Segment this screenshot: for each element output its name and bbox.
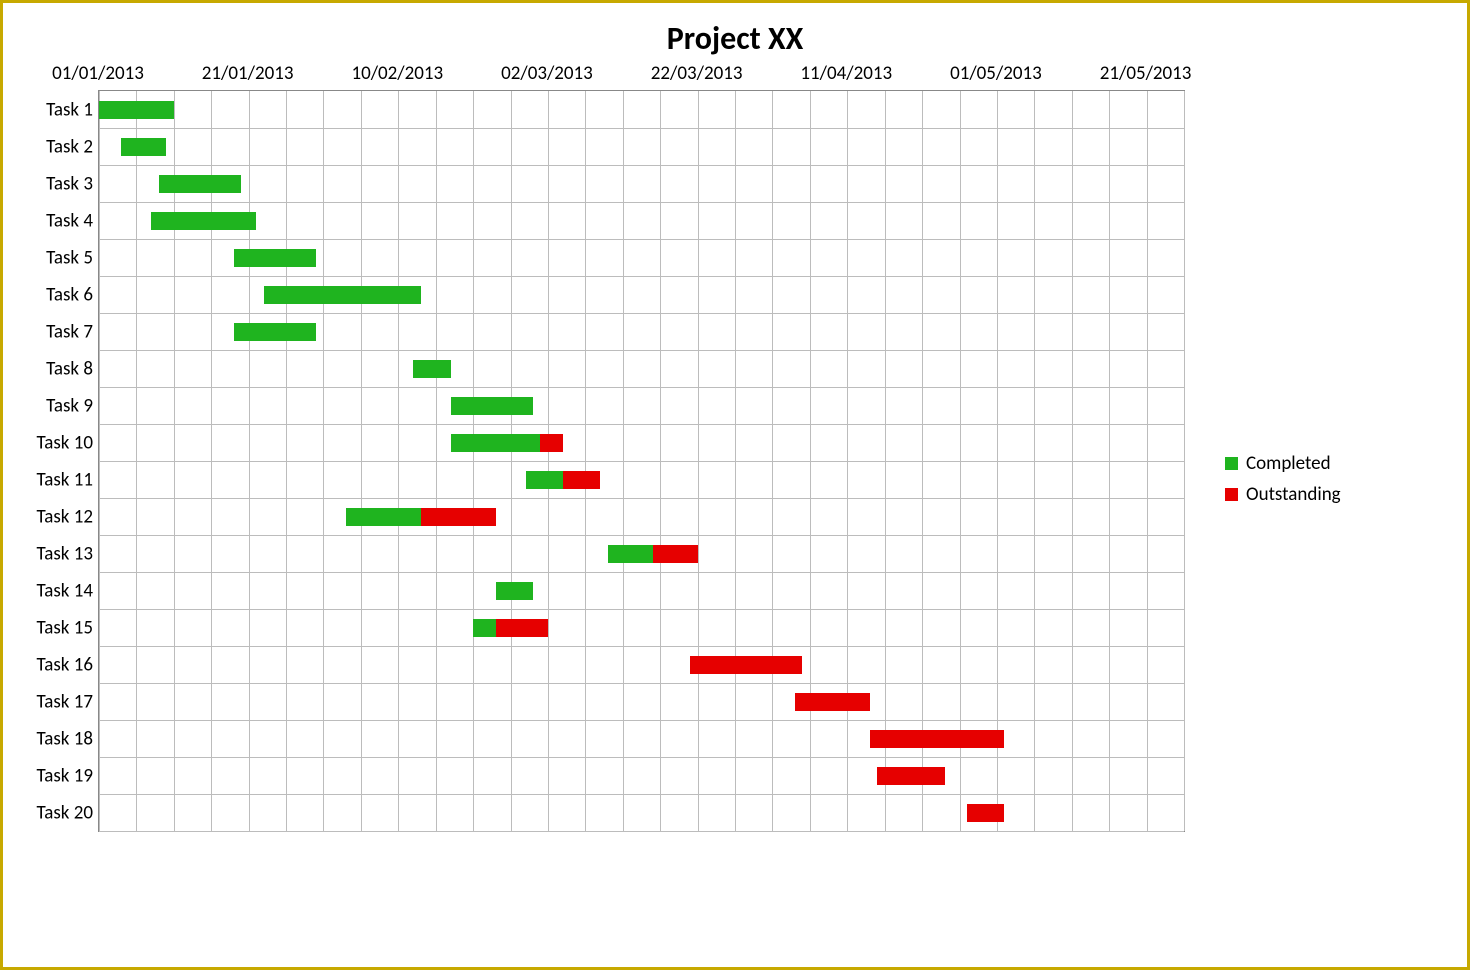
bar-completed — [526, 471, 563, 489]
bar-completed — [608, 545, 653, 563]
gridline-h — [99, 757, 1184, 758]
bar-completed — [121, 138, 166, 156]
bar-completed — [234, 323, 316, 341]
bar-outstanding — [496, 619, 548, 637]
bar-completed — [159, 175, 241, 193]
gridline-h — [99, 535, 1184, 536]
gridline-h — [99, 498, 1184, 499]
legend-item-outstanding: Outstanding — [1225, 483, 1341, 506]
bar-completed — [151, 212, 256, 230]
legend-swatch-outstanding — [1225, 488, 1238, 501]
task-label: Task 5 — [46, 246, 99, 269]
bar-completed — [346, 508, 421, 526]
gridline-h — [99, 387, 1184, 388]
task-label: Task 2 — [46, 135, 99, 158]
legend-swatch-completed — [1225, 457, 1238, 470]
task-label: Task 1 — [46, 98, 99, 121]
bar-outstanding — [967, 804, 1004, 822]
bar-outstanding — [563, 471, 600, 489]
task-label: Task 14 — [37, 579, 100, 602]
bar-completed — [264, 286, 421, 304]
gridline-h — [99, 720, 1184, 721]
x-axis-labels: 01/01/201321/01/201310/02/201302/03/2013… — [98, 62, 1183, 90]
task-label: Task 3 — [46, 172, 99, 195]
bar-completed — [496, 582, 533, 600]
legend-item-completed: Completed — [1225, 452, 1341, 475]
gridline-h — [99, 461, 1184, 462]
chart-area: 01/01/201321/01/201310/02/201302/03/2013… — [98, 62, 1185, 832]
x-tick-label: 01/05/2013 — [950, 62, 1042, 85]
bar-outstanding — [653, 545, 698, 563]
legend-label-outstanding: Outstanding — [1246, 483, 1341, 506]
task-label: Task 13 — [37, 542, 100, 565]
task-label: Task 16 — [37, 653, 100, 676]
task-label: Task 7 — [46, 320, 99, 343]
bar-completed — [413, 360, 450, 378]
task-label: Task 8 — [46, 357, 99, 380]
gridline-h — [99, 350, 1184, 351]
legend-label-completed: Completed — [1246, 452, 1331, 475]
x-tick-label: 02/03/2013 — [501, 62, 593, 85]
gridline-h — [99, 646, 1184, 647]
legend: Completed Outstanding — [1225, 452, 1341, 514]
bar-completed — [99, 101, 174, 119]
task-label: Task 19 — [37, 764, 100, 787]
task-label: Task 20 — [37, 801, 100, 824]
gridline-h — [99, 572, 1184, 573]
task-label: Task 15 — [37, 616, 100, 639]
chart-title: Project XX — [23, 19, 1447, 58]
bar-outstanding — [540, 434, 562, 452]
gridline-h — [99, 165, 1184, 166]
x-tick-label: 22/03/2013 — [651, 62, 743, 85]
x-tick-label: 11/04/2013 — [800, 62, 892, 85]
gridline-h — [99, 424, 1184, 425]
bar-completed — [234, 249, 316, 267]
chart-frame: Project XX 01/01/2013 21/01/2013 10/02/201… — [0, 0, 1470, 970]
bar-outstanding — [877, 767, 944, 785]
task-label: Task 18 — [37, 727, 100, 750]
gridline-h — [99, 831, 1184, 832]
bar-outstanding — [870, 730, 1005, 748]
gridline-h — [99, 609, 1184, 610]
x-tick-label: 21/01/2013 — [202, 62, 294, 85]
gridline-h — [99, 794, 1184, 795]
task-label: Task 12 — [37, 505, 100, 528]
bar-completed — [451, 434, 541, 452]
gridline-h — [99, 239, 1184, 240]
gridline-h — [99, 276, 1184, 277]
gridline-v — [1184, 91, 1185, 831]
task-label: Task 6 — [46, 283, 99, 306]
gridline-h — [99, 128, 1184, 129]
task-label: Task 10 — [37, 431, 100, 454]
task-label: Task 11 — [37, 468, 100, 491]
bar-outstanding — [690, 656, 802, 674]
task-label: Task 17 — [37, 690, 100, 713]
bar-completed — [451, 397, 533, 415]
task-label: Task 9 — [46, 394, 99, 417]
bar-outstanding — [795, 693, 870, 711]
x-tick-label: 21/05/2013 — [1100, 62, 1192, 85]
gridline-h — [99, 313, 1184, 314]
x-tick-label: 10/02/2013 — [351, 62, 443, 85]
bar-completed — [473, 619, 495, 637]
plot-area: Task 1Task 2Task 3Task 4Task 5Task 6Task… — [98, 90, 1185, 832]
x-tick-label: 01/01/2013 — [52, 62, 144, 85]
gridline-h — [99, 683, 1184, 684]
chart-wrap: 01/01/2013 21/01/2013 10/02/2013 02/03/2013… — [23, 62, 1447, 832]
bar-outstanding — [421, 508, 496, 526]
task-label: Task 4 — [46, 209, 99, 232]
gridline-h — [99, 202, 1184, 203]
